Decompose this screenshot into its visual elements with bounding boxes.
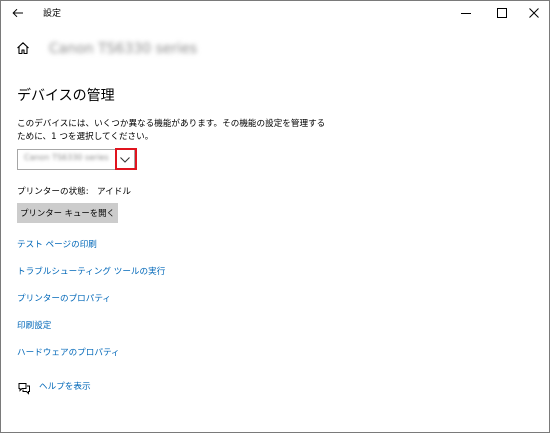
- title-bar: 設定: [1, 1, 549, 27]
- hardware-properties-link[interactable]: ハードウェアのプロパティ: [17, 346, 120, 358]
- close-icon: [529, 8, 539, 18]
- maximize-icon: [497, 8, 507, 18]
- printer-status-value: アイドル: [97, 187, 131, 197]
- home-icon: [17, 42, 29, 55]
- settings-window: 設定 Canon TS6330 series デバイスの管理 このデバイスには、…: [0, 0, 550, 433]
- printing-preferences-link[interactable]: 印刷設定: [17, 319, 51, 331]
- arrow-left-icon: [12, 8, 23, 18]
- device-name-text: Canon TS6330 series: [49, 41, 198, 57]
- printer-status-label: プリンターの状態:: [17, 187, 89, 197]
- section-description: このデバイスには、いくつか異なる機能があります。その機能の設定を管理するために、…: [17, 119, 326, 142]
- printer-status: プリンターの状態: アイドル: [17, 185, 131, 197]
- get-help-link[interactable]: ヘルプを表示: [39, 380, 91, 392]
- page-title: デバイスの管理: [17, 88, 115, 104]
- maximize-button[interactable]: [485, 1, 519, 25]
- help-chat-icon: [17, 380, 31, 395]
- open-queue-button[interactable]: プリンター キューを開く: [17, 203, 118, 223]
- select-value: Canon TS6330 series: [24, 153, 109, 162]
- device-name-heading: Canon TS6330 series: [49, 39, 224, 59]
- window-title: 設定: [43, 9, 62, 19]
- minimize-button[interactable]: [449, 1, 483, 25]
- home-button[interactable]: [15, 40, 33, 58]
- print-test-page-link[interactable]: テスト ページの印刷: [17, 238, 97, 250]
- back-button[interactable]: [7, 3, 29, 23]
- minimize-icon: [461, 13, 471, 14]
- close-button[interactable]: [517, 1, 550, 25]
- highlight-box: [115, 148, 137, 170]
- run-troubleshooter-link[interactable]: トラブルシューティング ツールの実行: [17, 265, 165, 277]
- printer-properties-link[interactable]: プリンターのプロパティ: [17, 292, 111, 304]
